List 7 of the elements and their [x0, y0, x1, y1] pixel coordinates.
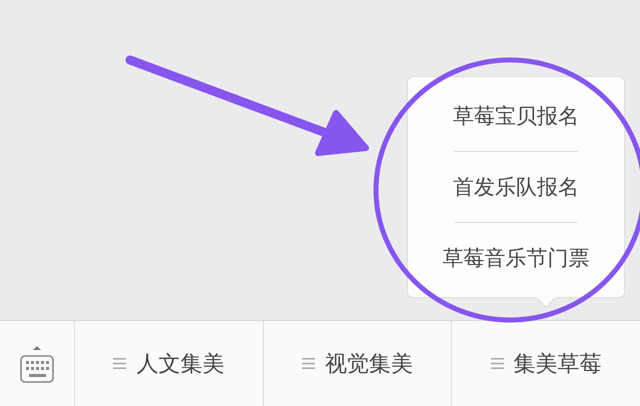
submenu-item[interactable]: 首发乐队报名	[445, 152, 587, 222]
submenu-item[interactable]: 草莓音乐节门票	[434, 223, 598, 293]
keyboard-icon	[20, 344, 54, 384]
menu-icon	[113, 358, 126, 369]
menu-icon	[302, 358, 315, 369]
menu-icon	[490, 358, 504, 369]
submenu-item[interactable]: 草莓宝贝报名	[445, 81, 587, 151]
